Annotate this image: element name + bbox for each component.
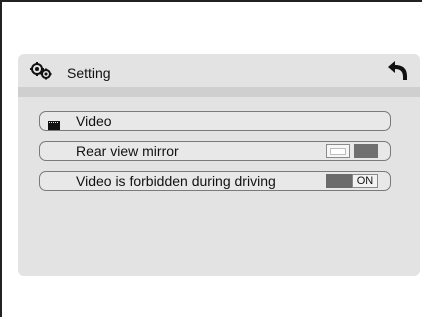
menu-item-label: Video	[76, 113, 112, 129]
menu-item-video[interactable]: Video	[39, 111, 391, 131]
screen-frame-top	[0, 0, 422, 2]
menu-item-label: Video is forbidden during driving	[76, 173, 276, 189]
menu-item-label: Rear view mirror	[76, 143, 179, 159]
toggle-knob	[326, 174, 352, 188]
page-title: Setting	[67, 65, 111, 81]
screen-frame-left	[0, 0, 2, 317]
menu-item-video-forbidden-driving[interactable]: Video is forbidden during driving ON	[39, 171, 391, 191]
toggle-on-label: ON	[352, 174, 378, 188]
toggle-knob	[354, 144, 378, 158]
panel-header: Setting	[18, 54, 420, 87]
rear-view-mirror-toggle[interactable]	[326, 144, 378, 158]
video-icon	[48, 117, 60, 130]
back-arrow-icon[interactable]	[386, 59, 410, 81]
settings-panel: Setting Video Rear view mirror Video is …	[18, 54, 420, 276]
header-divider	[18, 87, 420, 97]
video-forbidden-toggle[interactable]: ON	[326, 174, 378, 188]
gear-icon	[30, 62, 52, 80]
menu-item-rear-view-mirror[interactable]: Rear view mirror	[39, 141, 391, 161]
toggle-off-segment	[326, 144, 350, 158]
